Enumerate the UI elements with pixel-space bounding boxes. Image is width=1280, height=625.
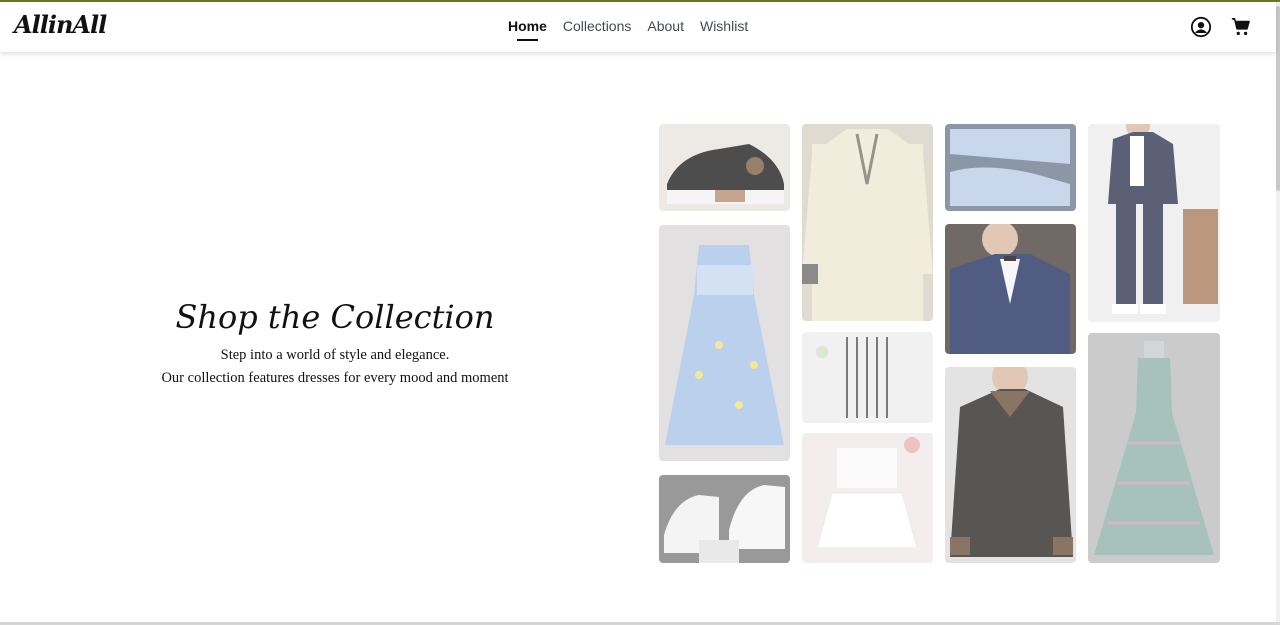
logo[interactable]: AllinAll	[14, 10, 107, 39]
white-sneaker-image[interactable]	[659, 475, 790, 563]
white-top-skirt-image[interactable]	[802, 433, 933, 563]
nav-link-about[interactable]: About	[647, 18, 684, 34]
kurta-shirt-image[interactable]	[802, 124, 933, 321]
hero-line-2: Our collection features dresses for ever…	[161, 370, 509, 386]
gown-image[interactable]	[1088, 333, 1220, 563]
sneaker-bear-image[interactable]	[659, 124, 790, 211]
dior-sneaker-image[interactable]	[945, 124, 1076, 211]
hero-line-1: Step into a world of style and elegance.	[220, 347, 450, 363]
striped-jumpsuit-image[interactable]	[802, 332, 933, 423]
leather-jacket-image[interactable]	[945, 367, 1076, 563]
hero-text: Step into a world of style and elegance.…	[140, 344, 530, 390]
user-icon[interactable]	[1190, 16, 1212, 38]
nav-icons	[1190, 16, 1252, 38]
tuxedo-image[interactable]	[1088, 124, 1220, 322]
navbar: AllinAll Home Collections About Wishlist	[0, 2, 1276, 52]
nav-link-wishlist[interactable]: Wishlist	[700, 18, 748, 34]
cart-icon[interactable]	[1230, 16, 1252, 38]
nav-links: Home Collections About Wishlist	[508, 18, 748, 41]
scrollbar-thumb[interactable]	[1276, 6, 1280, 191]
hero-title: Shop the Collection	[175, 298, 495, 336]
floral-dress-image[interactable]	[659, 225, 790, 461]
scrollbar-track[interactable]	[1276, 2, 1280, 623]
nav-link-collections[interactable]: Collections	[563, 18, 631, 34]
navy-suit-man-image[interactable]	[945, 224, 1076, 354]
nav-link-home[interactable]: Home	[508, 18, 547, 41]
